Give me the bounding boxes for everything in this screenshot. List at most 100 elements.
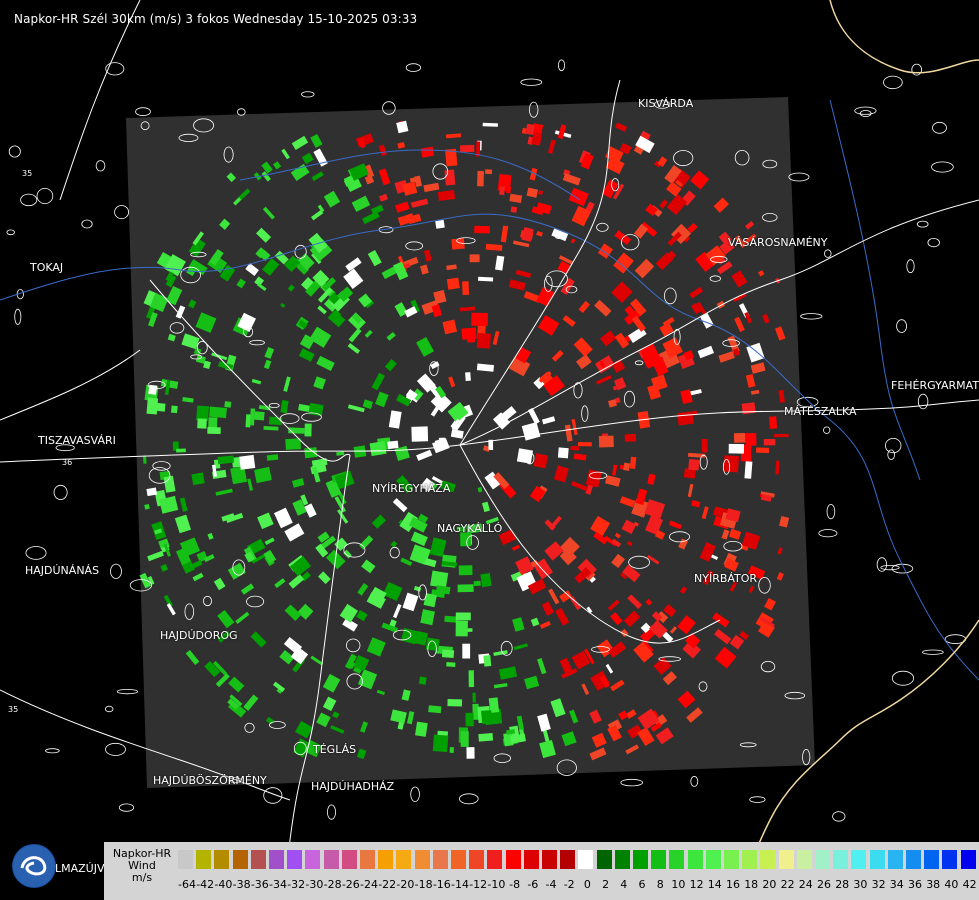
map-title: Napkor-HR Szél 30km (m/s) 3 fokos Wednes… [14,12,418,26]
wind-echo [432,734,449,753]
legend-swatch [760,850,778,869]
legend-tick-label: -28 [323,878,342,891]
legend-tick-label: -64 [178,878,196,891]
svg-text:35: 35 [22,169,32,178]
legend-tick-label: 40 [944,878,959,891]
wind-echo [209,406,227,419]
legend-swatch [833,850,851,869]
legend-swatch [360,850,377,869]
wind-echo [176,448,186,453]
legend-tick-label: -20 [396,878,415,891]
legend-swatch [924,850,942,869]
place-label: TÉGLÁS [313,743,357,756]
legend-swatch [742,850,760,869]
legend-unit: m/s [131,871,153,884]
legend-tick-label: 32 [871,878,886,891]
legend-tick-label: -40 [214,878,233,891]
wind-echo [688,459,700,471]
wind-echo [304,423,312,437]
legend-tick-label: -10 [487,878,506,891]
radar-map: 35 36 35 [0,0,979,900]
legend-swatch [578,850,596,869]
place-label: NYÍREGYHÁZA [372,482,451,495]
wind-echo [415,721,428,737]
wind-echo [449,747,454,754]
legend-swatch [778,850,796,869]
wind-echo [474,225,490,234]
wind-echo [701,438,708,453]
place-label: TOKAJ [30,261,64,274]
wind-echo [570,445,580,451]
legend-swatch [560,850,578,869]
wind-echo [435,219,445,229]
wind-echo [465,712,474,727]
place-label: HAJDÚBÖSZÖRMÉNY [153,774,267,787]
wind-echo [444,615,458,623]
legend-swatch [250,850,268,869]
wind-echo [462,281,470,296]
legend-swatch [651,850,669,869]
legend-tick-label: -14 [451,878,469,891]
legend-tick-label: -16 [432,878,451,891]
legend-tick-label: -2 [563,878,575,891]
legend-tick-label: -22 [378,878,397,891]
wind-echo [144,504,150,510]
legend-swatch [396,850,414,869]
place-label: HAJDÚDOROG [160,629,238,642]
legend-swatch [341,850,359,869]
wind-echo [460,731,469,747]
wind-echo [516,448,533,464]
legend-swatch [906,850,923,869]
wind-echo [428,705,442,714]
legend-swatch [196,850,214,869]
wind-echo [477,170,484,187]
wind-echo [446,662,456,667]
logo-icon [12,844,56,888]
legend-swatch [851,850,869,869]
wind-echo [266,454,279,461]
legend-tick-label: 6 [638,878,646,891]
legend-tick-label: 8 [656,878,664,891]
wind-echo [468,329,473,343]
wind-echo [623,462,631,471]
wind-echo [285,438,301,450]
wind-echo [482,122,498,127]
legend-swatch [305,850,323,869]
wind-echo [156,402,166,412]
legend-tick-label: 34 [889,878,904,891]
legend-title: Napkor-HR Wind m/s [106,848,178,884]
color-legend: Napkor-HR Wind m/s -64 -42 -40 -38 -36 -34 -32… [104,842,979,900]
wind-echo [441,649,455,658]
legend-tick-label: -12 [469,878,488,891]
legend-swatch [815,850,832,869]
wind-echo [455,620,468,637]
legend-tick-label: 14 [707,878,722,891]
wind-echo [254,411,265,421]
legend-tick-label: 2 [602,878,610,891]
wind-echo [598,435,614,448]
place-label: VÁSÁROSNAMÉNY [728,236,828,249]
legend-tick-label: 18 [744,878,759,891]
legend-tick-label: -30 [305,878,324,891]
wind-echo [387,440,399,450]
wind-echo [480,572,492,588]
legend-tick-label: 28 [835,878,850,891]
wind-echo [485,169,493,175]
wind-echo [207,427,221,435]
wind-echo [578,442,592,447]
wind-echo [469,254,480,263]
legend-tick-label: 0 [583,878,591,891]
legend-swatch [232,850,250,869]
wind-echo [728,443,744,454]
legend-swatch [869,850,887,869]
wind-echo [769,416,778,429]
legend-tick-label: 36 [908,878,922,891]
wind-echo [451,238,465,250]
legend-tick-label: -38 [232,878,251,891]
wind-echo [411,426,429,442]
wind-echo [533,453,549,469]
legend-swatch [469,850,487,869]
wind-echo [146,397,159,415]
wind-echo [499,186,506,196]
legend-tick-label: -42 [196,878,215,891]
